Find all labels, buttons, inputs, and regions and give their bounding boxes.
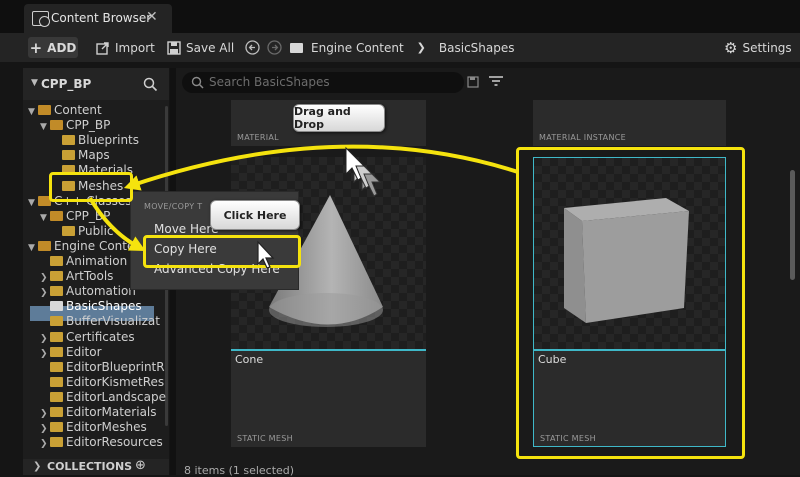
click-here-callout: Click Here [210,200,300,230]
drag-cursor-icon [345,146,382,197]
drag-drop-callout: Drag and Drop [293,104,385,132]
drag-drop-text: Drag and Drop [294,105,351,131]
mouse-cursor-icon [257,240,275,269]
click-here-text: Click Here [223,208,287,222]
annotation-arrows [88,144,519,252]
